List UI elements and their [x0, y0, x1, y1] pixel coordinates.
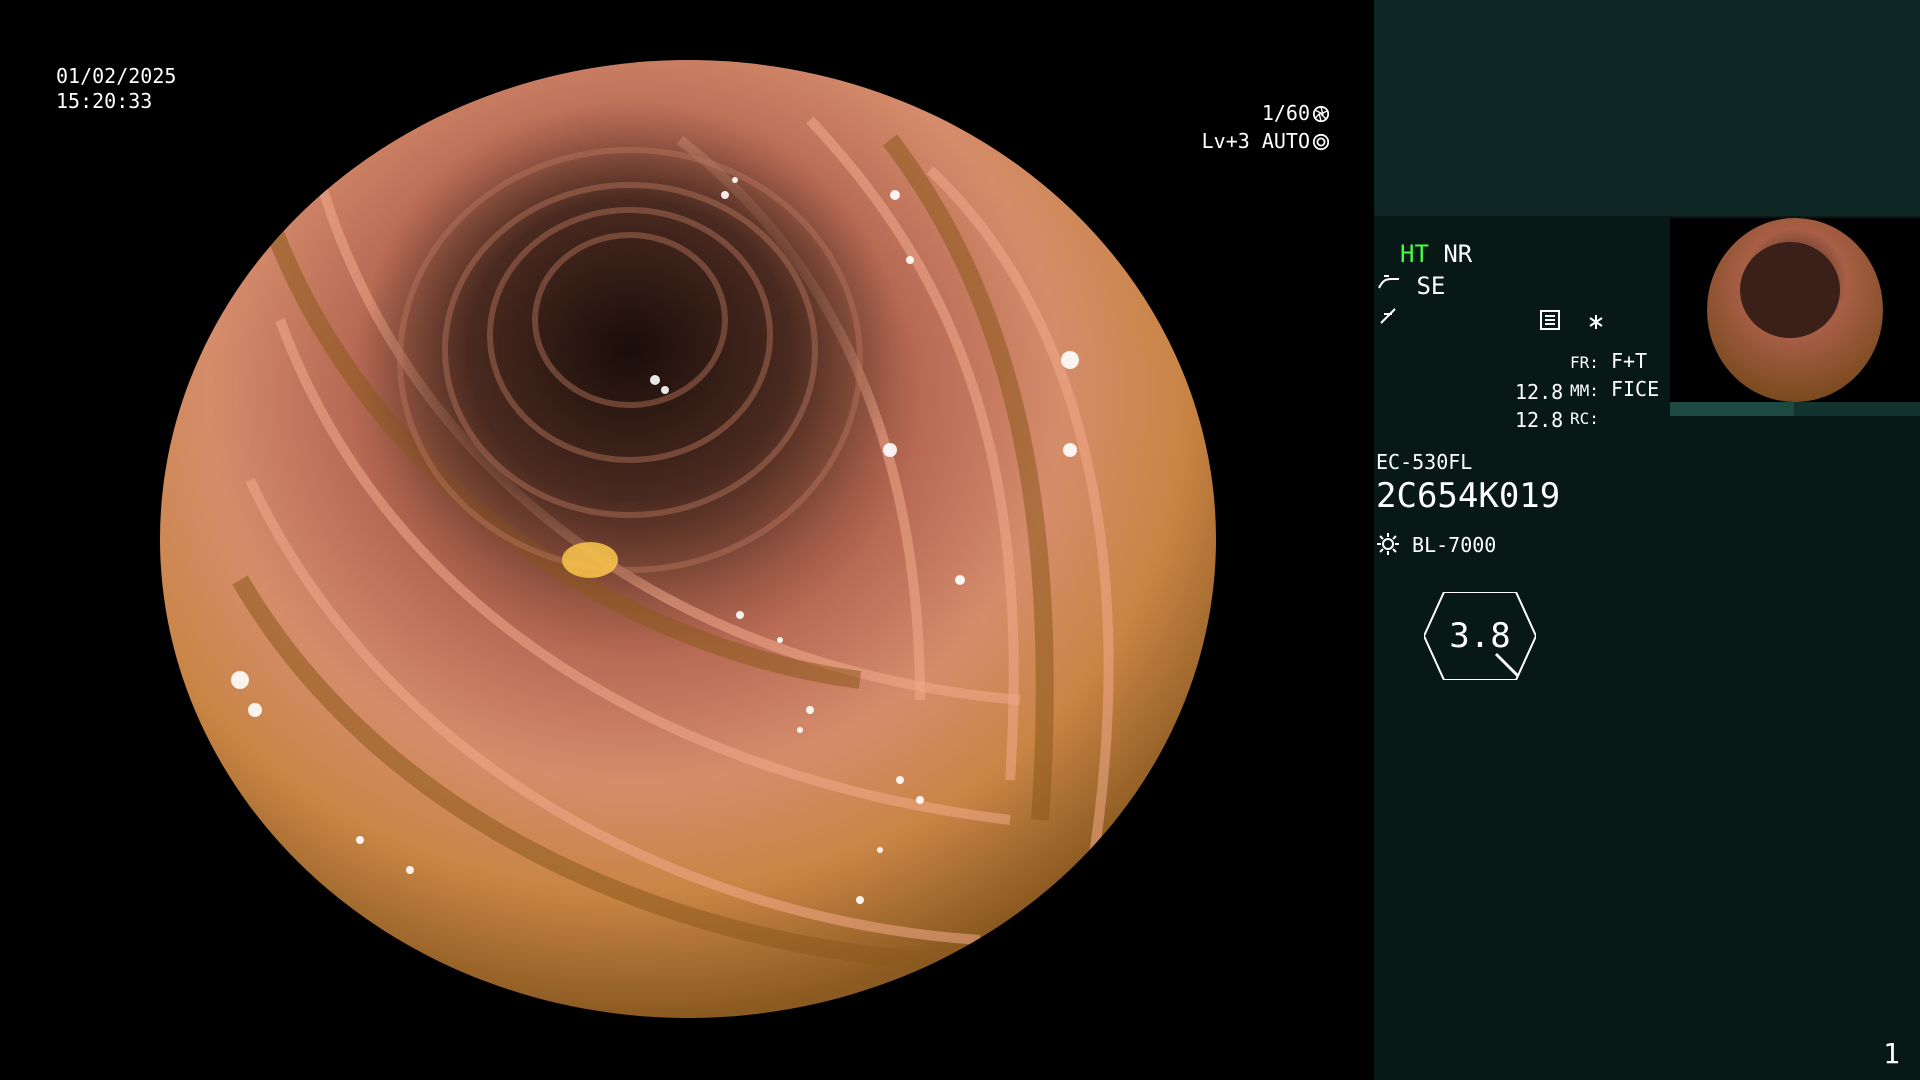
rc-label: RC:: [1570, 409, 1599, 428]
menu-icon: [1540, 310, 1560, 330]
endoscope-image: [160, 60, 1216, 1018]
time-text: 15:20:33: [56, 89, 153, 113]
se-indicator: SE: [1416, 272, 1446, 300]
magnification-box: 3.8: [1422, 591, 1538, 681]
thumbnail-image: [1670, 218, 1920, 402]
shutter-text: 1/60: [1261, 101, 1310, 125]
nr-indicator: NR: [1443, 240, 1473, 268]
shutter-icon: [1312, 105, 1330, 123]
fr-value: F+T: [1610, 349, 1648, 373]
endoscope-viewport: 01/02/2025 15:20:33 1/60 Lv+3 AUTO: [0, 0, 1374, 1080]
side-panel: HT NR SE 3.8 12.8 12.8 FR: F+T MM: FICE …: [1374, 0, 1920, 1080]
date-text: 01/02/2025: [56, 64, 177, 88]
thumbnail-strip-segment: [1670, 402, 1794, 416]
mm-label: MM:: [1570, 381, 1599, 400]
thumbnail-strip: [1670, 402, 1920, 416]
mode-text: AUTO: [1261, 129, 1310, 153]
panel-header-area: [1374, 0, 1920, 216]
mm-value: FICE: [1610, 377, 1660, 401]
value-1: 12.8: [1515, 380, 1564, 404]
iris-icon: [1312, 133, 1330, 151]
scope-model: EC-530FL: [1376, 450, 1473, 474]
datetime-overlay: 01/02/2025 15:20:33: [56, 64, 176, 114]
exposure-overlay: 1/60 Lv+3 AUTO: [1202, 99, 1330, 155]
scope-icon: [1378, 275, 1399, 289]
ht-indicator: HT: [1400, 240, 1429, 268]
sun-icon: [1377, 533, 1399, 555]
page-number: 1: [1883, 1037, 1900, 1070]
value-2: 12.8: [1515, 408, 1564, 432]
wave-icon: [1380, 308, 1396, 324]
light-source: BL-7000: [1412, 533, 1497, 557]
level-text: Lv+3: [1201, 129, 1250, 153]
scope-serial: 2C654K019: [1376, 476, 1561, 516]
magnification-value: 3.8: [1449, 616, 1511, 656]
fr-label: FR:: [1570, 353, 1599, 372]
asterisk-icon: [1589, 315, 1604, 329]
